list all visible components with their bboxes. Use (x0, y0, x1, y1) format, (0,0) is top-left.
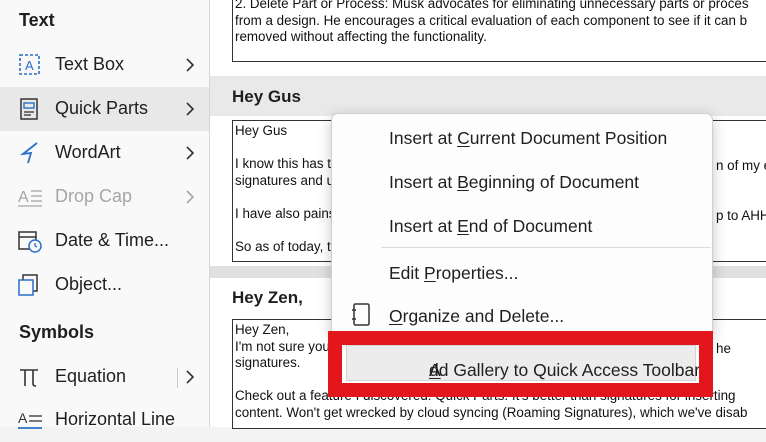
quick-parts-context-menu: Insert at Current Document Position Inse… (331, 113, 713, 338)
label-part: nd of Document (468, 216, 593, 236)
text-box-icon: A (19, 54, 40, 75)
menu-item-object[interactable]: Object... (0, 263, 209, 307)
label-part: rganize and Delete... (402, 306, 565, 326)
split-button-divider (177, 368, 178, 388)
quick-parts-icon (20, 98, 38, 120)
label-part: urrent Document Position (469, 128, 668, 148)
label-part: eginning of Document (468, 172, 640, 192)
label-part: Insert at (389, 172, 458, 192)
chevron-right-icon (186, 146, 195, 160)
label-part: roperties... (435, 263, 519, 283)
horizontal-line-icon: A (18, 410, 42, 429)
menu-item-horizontal-line[interactable]: A Horizontal Line (0, 398, 209, 442)
organizer-icon (352, 303, 370, 326)
text-line-fragment: p to AHH. (716, 208, 766, 223)
text-line: content. Won't get wrecked by cloud sync… (235, 404, 748, 420)
pi-icon (20, 369, 38, 387)
wordart-icon (19, 142, 38, 164)
label-part: Edit (389, 263, 425, 283)
object-icon (18, 274, 38, 296)
text-line: from a design. He encourages a critical … (235, 12, 748, 28)
chevron-right-icon (186, 58, 195, 72)
menu-item-text-box[interactable]: A Text Box (0, 43, 209, 87)
section-text-heading: Text (19, 10, 55, 30)
menu-item-quick-parts[interactable]: Quick Parts (0, 87, 209, 131)
text-line: 2. Delete Part or Process: Musk advocate… (235, 0, 749, 11)
chevron-right-icon (186, 190, 195, 204)
access-key: E (457, 216, 469, 236)
menu-item-label: WordArt (55, 142, 121, 162)
menu-insert-beginning[interactable]: Insert at Beginning of Document (389, 172, 639, 193)
calendar-clock-icon (18, 231, 42, 253)
menu-item-label: Quick Parts (55, 98, 149, 118)
insert-menu-panel: Text A Text Box Quick Parts WordArt A Dr… (0, 0, 210, 429)
entry-heading: Hey Zen, (232, 288, 303, 307)
text-line: removed without affecting the functional… (235, 29, 487, 44)
text-cell[interactable]: 2. Delete Part or Process: Musk advocate… (232, 0, 766, 62)
svg-text:A: A (18, 410, 28, 426)
menu-insert-end[interactable]: Insert at End of Document (389, 216, 592, 237)
chevron-right-icon (186, 102, 195, 116)
svg-text:A: A (25, 58, 34, 73)
menu-separator (381, 247, 711, 248)
menu-item-label: Text Box (55, 54, 125, 74)
menu-item-wordart[interactable]: WordArt (0, 131, 209, 175)
menu-item-label: Object... (55, 274, 123, 294)
menu-item-drop-cap[interactable]: A Drop Cap (0, 175, 209, 219)
highlight-annotation-box (328, 331, 713, 397)
access-key: C (457, 128, 470, 148)
drop-cap-icon: A (18, 189, 42, 207)
entry-header-band: Hey Gus (210, 76, 766, 116)
access-key: P (424, 263, 436, 283)
menu-item-label: Drop Cap (55, 186, 133, 206)
label-part: Insert at (389, 216, 458, 236)
text-line-fragment: he (716, 341, 731, 356)
menu-edit-properties[interactable]: Edit Properties... (389, 263, 518, 284)
section-symbols-heading: Symbols (19, 322, 95, 342)
label-part: Insert at (389, 128, 458, 148)
access-key: O (389, 306, 403, 326)
menu-organize-delete[interactable]: Organize and Delete... (389, 306, 564, 327)
menu-insert-current-position[interactable]: Insert at Current Document Position (389, 128, 667, 149)
chevron-right-icon (186, 370, 195, 384)
menu-item-date-time[interactable]: Date & Time... (0, 219, 209, 263)
menu-item-label: Date & Time... (55, 230, 170, 250)
menu-item-label: Equation (55, 366, 127, 386)
access-key: B (457, 172, 469, 192)
doc-block-top: 2. Delete Part or Process: Musk advocate… (210, 0, 766, 76)
entry-heading: Hey Gus (232, 87, 301, 106)
svg-text:A: A (18, 189, 29, 206)
text-line-fragment: n of my en (716, 158, 766, 173)
